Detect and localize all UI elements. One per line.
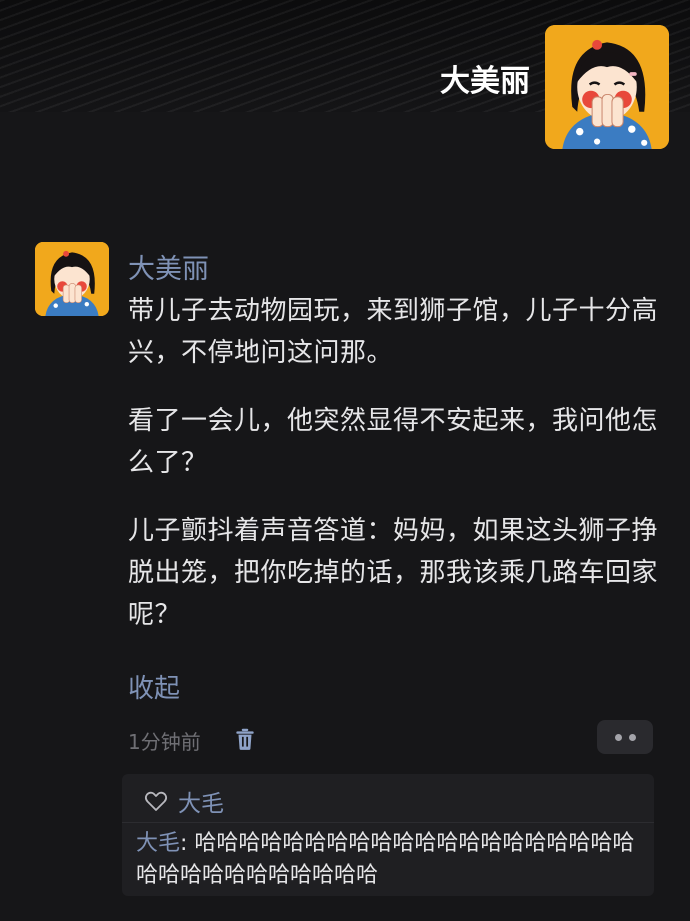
post-timestamp: 1分钟前 [128,730,201,754]
comment-separator: : [180,831,195,856]
post-author-name[interactable]: 大美丽 [128,247,209,286]
comment-author[interactable]: 大毛 [136,831,180,856]
more-dots-icon [628,733,636,741]
trash-icon[interactable] [232,726,258,752]
girl-avatar-icon [35,242,109,316]
comment-item[interactable]: 大毛: 哈哈哈哈哈哈哈哈哈哈哈哈哈哈哈哈哈哈哈哈哈哈哈哈哈哈哈哈哈哈哈 [136,828,646,892]
reply-section: 大毛 大毛: 哈哈哈哈哈哈哈哈哈哈哈哈哈哈哈哈哈哈哈哈哈哈哈哈哈哈哈哈哈哈哈 [122,774,654,896]
girl-avatar-icon [545,25,669,149]
like-row: 大毛 [144,784,224,818]
post-author-avatar[interactable] [35,242,109,316]
post-content: 带儿子去动物园玩，来到狮子馆，儿子十分高兴，不停地问这问那。 看了一会儿，他突然… [128,290,658,662]
heart-icon[interactable] [144,790,168,812]
more-button[interactable] [597,720,653,754]
post-paragraph: 带儿子去动物园玩，来到狮子馆，儿子十分高兴，不停地问这问那。 [128,296,659,368]
collapse-link[interactable]: 收起 [128,668,180,705]
header-username[interactable]: 大美丽 [440,56,530,100]
header-avatar[interactable] [545,25,669,149]
comment-text: 哈哈哈哈哈哈哈哈哈哈哈哈哈哈哈哈哈哈哈哈哈哈哈哈哈哈哈哈哈哈哈 [136,831,635,888]
liker-name[interactable]: 大毛 [178,784,224,818]
more-dots-icon [614,733,622,741]
divider [122,822,654,823]
post-paragraph: 儿子颤抖着声音答道：妈妈，如果这头狮子挣脱出笼，把你吃掉的话，那我该乘几路车回家… [128,516,659,630]
post-paragraph: 看了一会儿，他突然显得不安起来，我问他怎么了？ [128,406,659,478]
